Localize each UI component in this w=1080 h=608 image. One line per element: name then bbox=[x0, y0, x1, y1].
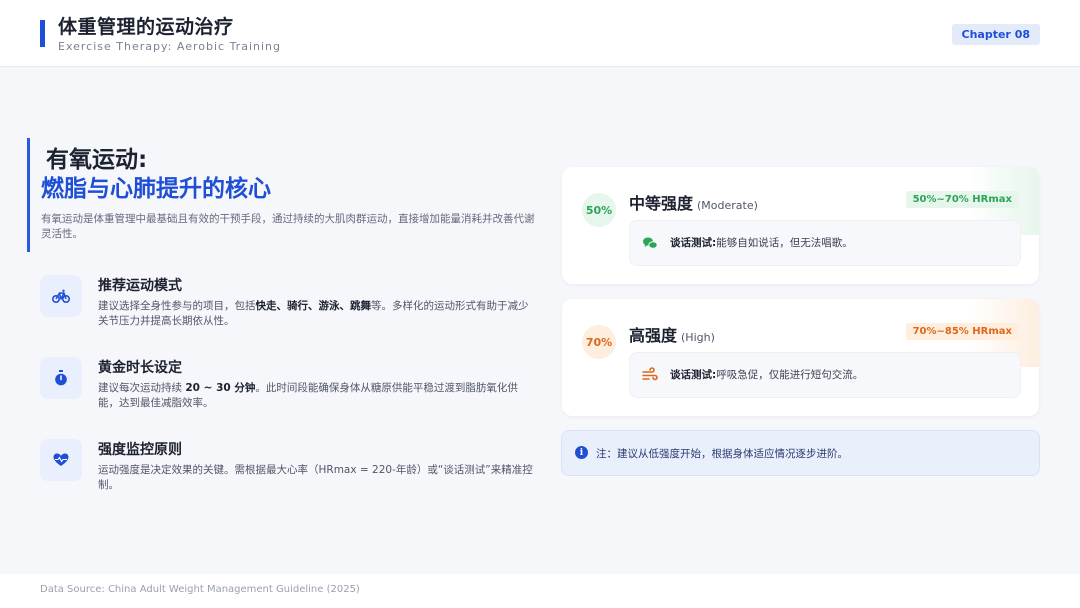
talk-test-box: 谈话测试:能够自如说话，但无法唱歌。 bbox=[629, 220, 1021, 266]
page-title: 体重管理的运动治疗 bbox=[58, 16, 234, 38]
data-source: Data Source: China Adult Weight Manageme… bbox=[40, 584, 360, 595]
chapter-badge: Chapter 08 bbox=[951, 24, 1040, 45]
hr-range-badge: 50%~70% HRmax bbox=[905, 191, 1019, 208]
intro-description: 有氧运动是体重管理中最基础且有效的干预手段，通过持续的大肌肉群运动，直接增加能量… bbox=[41, 213, 535, 240]
note-box: i 注：建议从低强度开始，根据身体适应情况逐步进阶。 bbox=[561, 430, 1040, 476]
talk-test-text: 谈话测试:能够自如说话，但无法唱歌。 bbox=[670, 237, 853, 249]
percent-badge: 50% bbox=[582, 193, 616, 227]
intro-heading-line2: 燃脂与心肺提升的核心 bbox=[41, 176, 271, 202]
intro-section: 有氧运动: 燃脂与心肺提升的核心 有氧运动是体重管理中最基础且有效的干预手段，通… bbox=[27, 138, 540, 252]
footer: Data Source: China Adult Weight Manageme… bbox=[0, 574, 1080, 608]
feature-duration: 黄金时长设定 建议每次运动持续 20 ~ 30 分钟。此时间段能确保身体从糖原供… bbox=[40, 356, 540, 422]
hr-range-badge: 70%~85% HRmax bbox=[905, 323, 1019, 340]
card-title: 高强度 (High) bbox=[629, 326, 715, 345]
stopwatch-icon bbox=[40, 357, 82, 399]
feature-intensity-monitoring: 强度监控原则 运动强度是决定效果的关键。需根据最大心率（HRmax = 220-… bbox=[40, 438, 540, 504]
page-subtitle: Exercise Therapy: Aerobic Training bbox=[58, 40, 281, 53]
feature-title: 黄金时长设定 bbox=[98, 360, 182, 376]
info-icon: i bbox=[575, 446, 588, 459]
feature-text: 建议选择全身性参与的项目，包括快走、骑行、游泳、跳舞等。多样化的运动形式有助于减… bbox=[98, 300, 529, 327]
feature-title: 强度监控原则 bbox=[98, 442, 182, 458]
intensity-card-moderate: 50% 中等强度 (Moderate) 50%~70% HRmax 谈话测试:能够… bbox=[562, 167, 1039, 284]
talk-test-text: 谈话测试:呼吸急促，仅能进行短句交流。 bbox=[670, 369, 864, 381]
header-bar: 体重管理的运动治疗 Exercise Therapy: Aerobic Trai… bbox=[0, 0, 1080, 67]
intensity-card-high: 70% 高强度 (High) 70%~85% HRmax 谈话测试:呼吸急促，仅能… bbox=[562, 299, 1039, 416]
feature-title: 推荐运动模式 bbox=[98, 278, 182, 294]
card-title: 中等强度 (Moderate) bbox=[629, 194, 758, 213]
title-accent-bar bbox=[40, 20, 45, 47]
bicycle-icon bbox=[40, 275, 82, 317]
feature-text: 运动强度是决定效果的关键。需根据最大心率（HRmax = 220-年龄）或“谈话… bbox=[98, 464, 533, 491]
percent-badge: 70% bbox=[582, 325, 616, 359]
talk-test-box: 谈话测试:呼吸急促，仅能进行短句交流。 bbox=[629, 352, 1021, 398]
note-text: 注：建议从低强度开始，根据身体适应情况逐步进阶。 bbox=[596, 448, 848, 460]
wind-icon bbox=[642, 367, 658, 383]
heartbeat-icon bbox=[40, 439, 82, 481]
feature-exercise-mode: 推荐运动模式 建议选择全身性参与的项目，包括快走、骑行、游泳、跳舞等。多样化的运… bbox=[40, 274, 540, 340]
chat-bubbles-icon bbox=[642, 235, 658, 251]
feature-text: 建议每次运动持续 20 ~ 30 分钟。此时间段能确保身体从糖原供能平稳过渡到脂… bbox=[98, 382, 518, 409]
